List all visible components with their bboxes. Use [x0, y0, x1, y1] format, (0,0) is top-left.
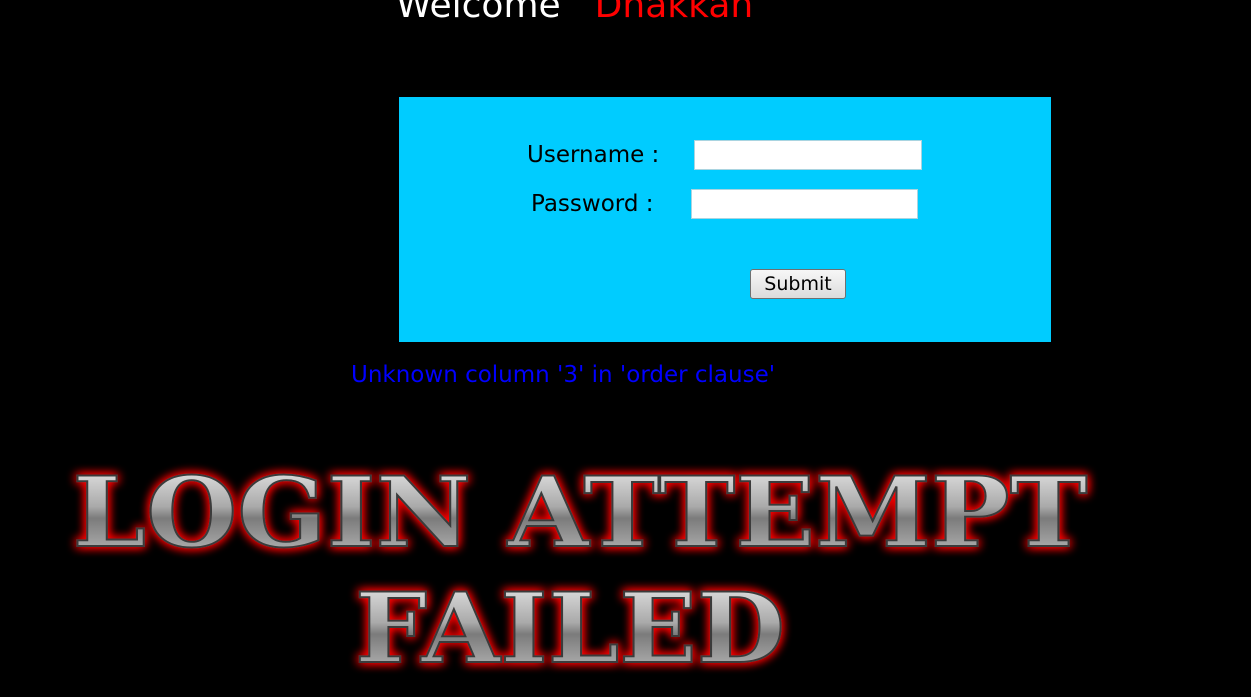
submit-button[interactable]: Submit [750, 269, 846, 299]
login-failed-banner-graphic: LOGIN ATTEMPT FAILED [72, 455, 1089, 686]
login-failed-banner: LOGIN ATTEMPT FAILED [0, 450, 1251, 697]
banner-line1: LOGIN ATTEMPT [73, 456, 1088, 569]
banner-line2: FAILED [355, 572, 785, 685]
user-name: Dhakkan [594, 0, 754, 26]
password-label: Password : [531, 191, 654, 217]
page: Welcome Dhakkan Username : Password : Sub… [0, 0, 1251, 697]
error-message: Unknown column '3' in 'order clause' [351, 362, 776, 388]
password-input[interactable] [691, 189, 918, 219]
username-input[interactable] [694, 140, 922, 170]
welcome-heading: Welcome Dhakkan [396, 0, 753, 26]
username-label: Username : [527, 142, 660, 168]
login-form: Username : Password : Submit [399, 97, 1051, 342]
welcome-label: Welcome [396, 0, 561, 26]
